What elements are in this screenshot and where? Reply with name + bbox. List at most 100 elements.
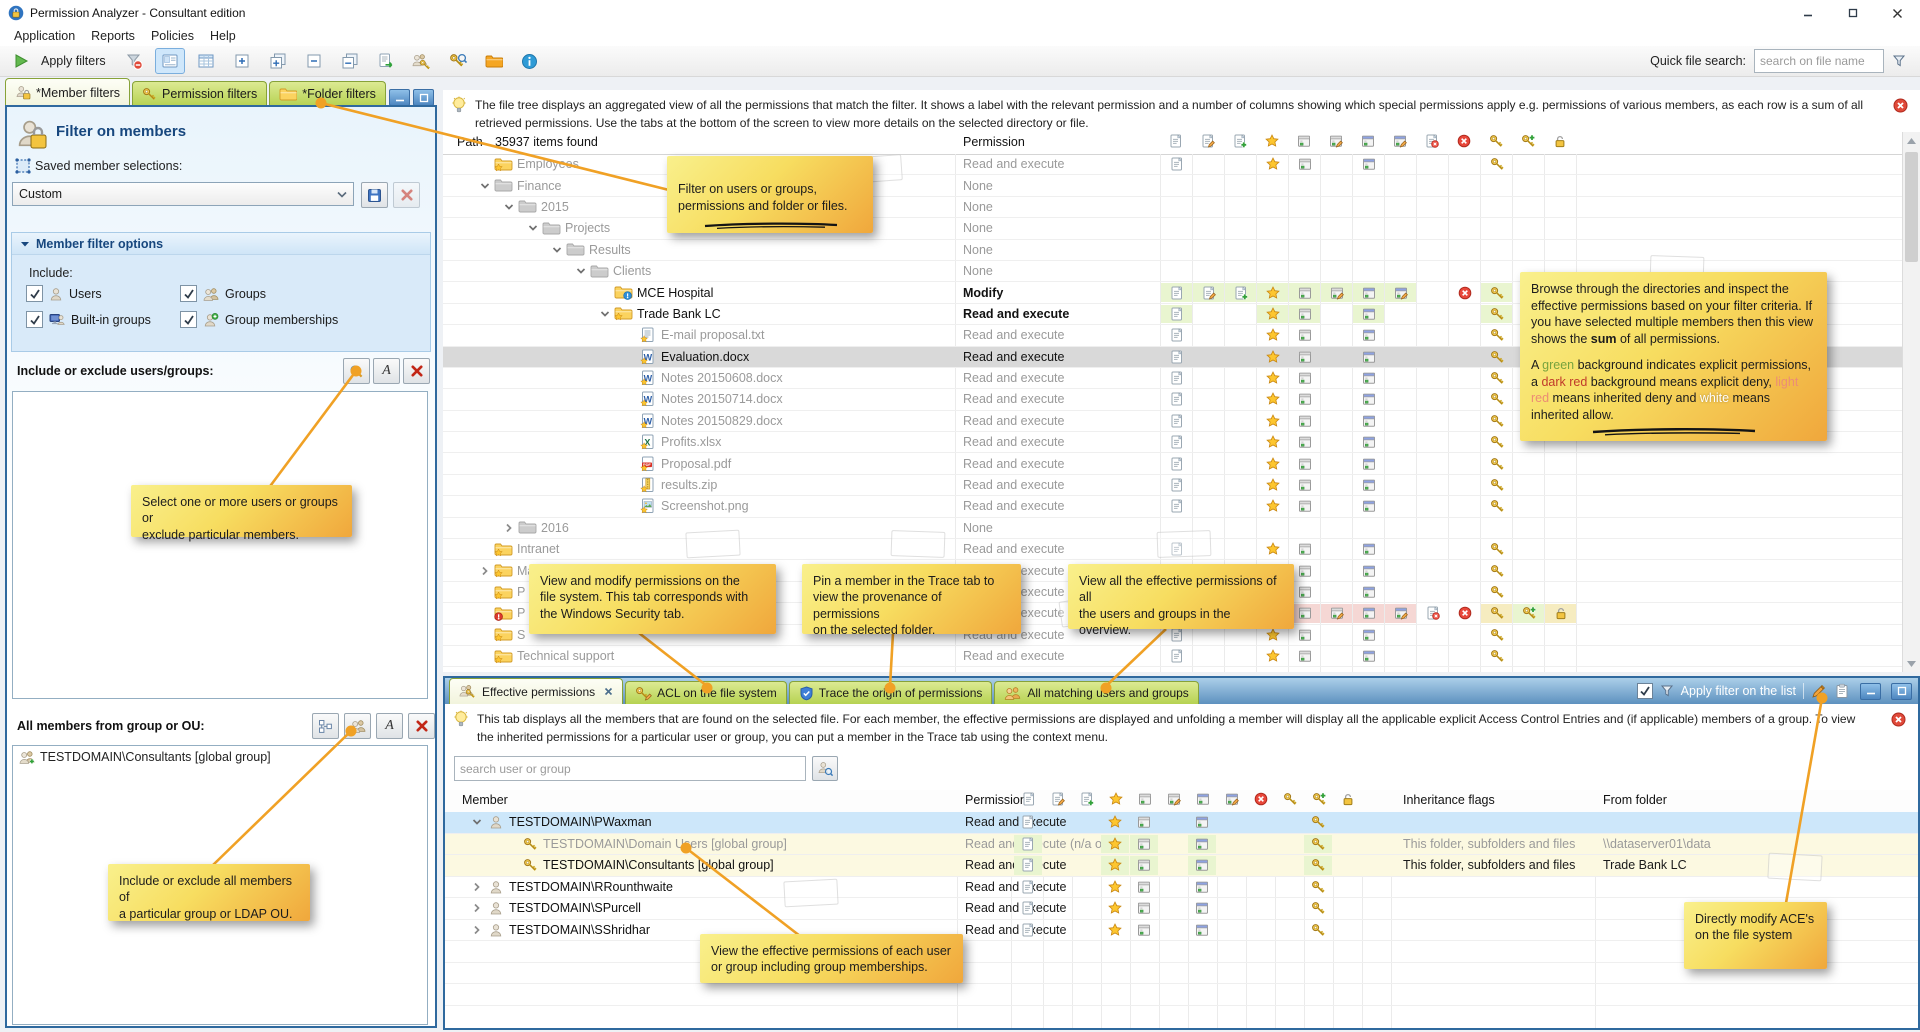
letter-a-button[interactable]: A [373, 358, 400, 384]
permission-column-header[interactable]: Permission [963, 135, 1025, 149]
expand-one-button[interactable] [227, 48, 257, 74]
tree-row[interactable]: Screenshot.pngRead and execute [443, 496, 1903, 517]
apply-filters-button[interactable] [6, 48, 36, 74]
saved-selection-combobox[interactable]: Custom [12, 182, 354, 206]
edit-ace-button[interactable] [1811, 683, 1827, 699]
checkbox-groups[interactable]: Groups [180, 285, 266, 302]
menu-item-application[interactable]: Application [6, 29, 83, 43]
window-blue-column-icon[interactable] [1188, 792, 1217, 806]
collapse-one-button[interactable] [299, 48, 329, 74]
inheritance-column-header[interactable]: Inheritance flags [1403, 793, 1495, 807]
tree-row[interactable]: 2015None [443, 197, 1903, 218]
collapse-arrow-icon[interactable] [20, 240, 30, 248]
path-column-header[interactable]: Path [457, 135, 483, 149]
collapse-all-button[interactable] [335, 48, 365, 74]
tab-trace-the-origin-of-permissions[interactable]: Trace the origin of permissions [789, 681, 993, 704]
menu-item-policies[interactable]: Policies [143, 29, 202, 43]
search-button[interactable] [343, 358, 370, 384]
quick-search-filter-icon[interactable] [1892, 54, 1906, 68]
tab--folder-filters[interactable]: *Folder filters [269, 81, 386, 106]
key-column-icon[interactable] [1275, 792, 1304, 806]
key-column-icon[interactable] [1480, 134, 1512, 148]
menu-item-help[interactable]: Help [202, 29, 244, 43]
tree-row[interactable]: ProjectsNone [443, 218, 1903, 239]
folder-orange-button[interactable] [479, 48, 509, 74]
tree-row[interactable]: FinanceNone [443, 175, 1903, 196]
checkbox-built-in-groups[interactable]: Built-in groups [26, 311, 151, 328]
tab-effective-permissions[interactable]: Effective permissions [449, 678, 623, 704]
tab-all-matching-users-and-groups[interactable]: All matching users and groups [994, 681, 1198, 704]
member-row[interactable]: TESTDOMAIN\Consultants [global group]Rea… [445, 855, 1918, 877]
tree-row[interactable]: EmployeesRead and execute [443, 154, 1903, 175]
from-folder-column-header[interactable]: From folder [1603, 793, 1667, 807]
star-column-icon[interactable] [1256, 134, 1288, 148]
group-button[interactable] [344, 713, 371, 739]
deny-column-icon[interactable] [1246, 792, 1275, 806]
delete-selection-button[interactable] [393, 182, 420, 208]
window-column-icon[interactable] [1130, 792, 1159, 806]
member-row[interactable]: TESTDOMAIN\PWaxmanRead and execute [445, 812, 1918, 834]
info-close-icon[interactable] [1891, 712, 1906, 727]
chevron-down-icon[interactable] [469, 816, 485, 828]
apply-filter-label[interactable]: Apply filter on the list [1681, 684, 1796, 698]
export-button[interactable] [371, 48, 401, 74]
letter-a-button[interactable]: A [376, 713, 403, 739]
window-blue-column-icon[interactable] [1352, 134, 1384, 148]
info-close-icon[interactable] [1893, 98, 1908, 113]
search-member-button[interactable] [812, 756, 838, 781]
chevron-down-icon[interactable] [477, 180, 493, 192]
quick-search-input[interactable] [1754, 49, 1884, 73]
panel-maximize-button[interactable] [1891, 683, 1912, 700]
filter-clear-button[interactable] [119, 48, 149, 74]
doc-pencil-column-icon[interactable] [1192, 134, 1224, 148]
key-plus-column-icon[interactable] [1304, 792, 1333, 806]
window-blue-pencil-column-icon[interactable] [1384, 134, 1416, 148]
doc-plus-column-icon[interactable] [1072, 792, 1101, 806]
tree-row[interactable]: results.zipRead and execute [443, 475, 1903, 496]
chevron-right-icon[interactable] [469, 881, 485, 893]
lock-column-icon[interactable] [1544, 134, 1576, 148]
window-pencil-column-icon[interactable] [1159, 792, 1188, 806]
info-button[interactable] [515, 48, 545, 74]
chevron-right-icon[interactable] [477, 565, 493, 577]
key-search-button[interactable] [443, 48, 473, 74]
chevron-right-icon[interactable] [469, 902, 485, 914]
checkbox-users[interactable]: Users [26, 285, 102, 302]
copy-button[interactable] [1834, 683, 1850, 699]
expand-all-button[interactable] [263, 48, 293, 74]
member-column-header[interactable]: Member [462, 793, 508, 807]
window-blue-pencil-column-icon[interactable] [1217, 792, 1246, 806]
doc-pencil-column-icon[interactable] [1043, 792, 1072, 806]
doc-plus-column-icon[interactable] [1224, 134, 1256, 148]
doc-column-icon[interactable] [1014, 792, 1043, 806]
tab--member-filters[interactable]: *Member filters [5, 78, 130, 106]
users-groups-listbox[interactable] [12, 391, 428, 699]
panel-minimize-button[interactable] [1860, 683, 1881, 700]
remove-button[interactable] [408, 713, 435, 739]
close-button[interactable] [1875, 0, 1920, 26]
scrollbar-thumb[interactable] [1905, 152, 1918, 262]
member-row[interactable]: TESTDOMAIN\RRounthwaiteRead and execute [445, 877, 1918, 899]
tab-close-icon[interactable] [604, 687, 613, 696]
list-item[interactable]: TESTDOMAIN\Consultants [global group] [13, 746, 427, 768]
member-row[interactable]: TESTDOMAIN\Domain Users [global group]Re… [445, 834, 1918, 856]
users-key-button[interactable] [407, 48, 437, 74]
detail-card-button[interactable] [155, 48, 185, 74]
chevron-down-icon[interactable] [549, 244, 565, 256]
apply-filter-checkbox[interactable] [1637, 683, 1653, 699]
doc-column-icon[interactable] [1160, 134, 1192, 148]
deny-column-icon[interactable] [1448, 134, 1480, 148]
chevron-down-icon[interactable] [573, 265, 589, 277]
member-search-input[interactable] [454, 756, 806, 781]
star-column-icon[interactable] [1101, 792, 1130, 806]
save-selection-button[interactable] [361, 182, 388, 208]
chevron-right-icon[interactable] [501, 522, 517, 534]
panel-maximize-button[interactable] [413, 89, 434, 106]
apply-filters-label[interactable]: Apply filters [41, 54, 106, 68]
chevron-down-icon[interactable] [501, 201, 517, 213]
tab-acl-on-the-file-system[interactable]: ACL on the file system [625, 681, 787, 704]
tab-permission-filters[interactable]: Permission filters [132, 81, 267, 106]
maximize-button[interactable] [1830, 0, 1875, 26]
remove-button[interactable] [403, 358, 430, 384]
chevron-down-icon[interactable] [597, 308, 613, 320]
